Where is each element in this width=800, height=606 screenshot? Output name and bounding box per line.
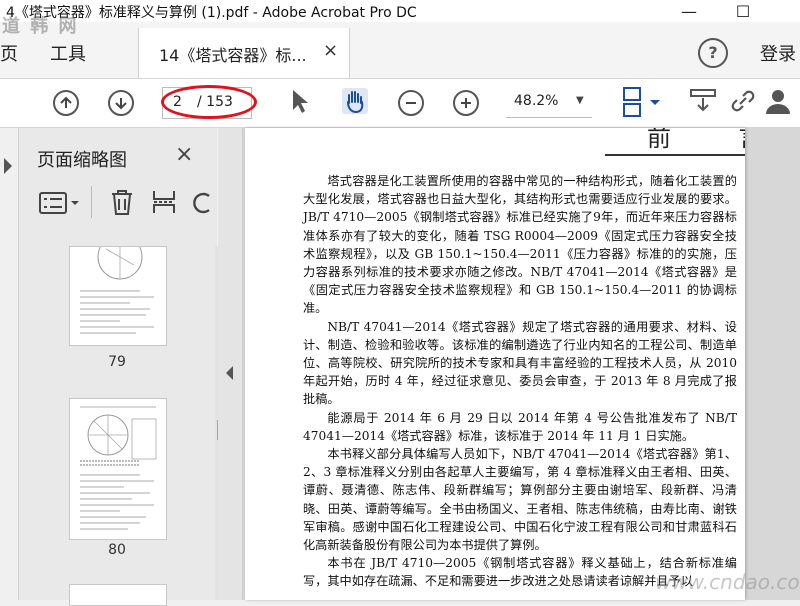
document-viewport[interactable]: 前 言 塔式容器是化工装置所使用的容器中常见的一种结构形式，随着化工装置的大型化…	[243, 128, 800, 600]
close-panel-icon[interactable]: ×	[175, 142, 193, 167]
rotate-icon[interactable]	[193, 190, 213, 216]
paragraph: 塔式容器是化工装置所使用的容器中常见的一种结构形式，随着化工装置的大型化发展，塔…	[303, 174, 737, 316]
previous-page-button[interactable]	[53, 90, 79, 116]
zoom-in-button[interactable]	[453, 90, 479, 116]
page-body: 塔式容器是化工装置所使用的容器中常见的一种结构形式，随着化工装置的大型化发展，塔…	[303, 172, 737, 591]
extract-page-icon[interactable]	[151, 188, 177, 216]
thumbnail-diagram	[80, 234, 154, 334]
page-layout-icon[interactable]	[620, 86, 662, 118]
chevron-down-icon: ▼	[576, 95, 584, 106]
link-icon[interactable]	[728, 86, 758, 116]
hand-tool-icon[interactable]	[340, 86, 370, 116]
zoom-value: 48.2%	[514, 93, 559, 109]
watermark: www.cndao.com	[655, 570, 800, 594]
zoom-out-button[interactable]	[398, 90, 424, 116]
maximize-icon: ☐	[735, 1, 751, 21]
thumbnail-label: 80	[108, 542, 126, 558]
thumbnail-page-80[interactable]	[69, 398, 167, 540]
paragraph: NB/T 47041—2014《塔式容器》规定了塔式容器的通用要求、材料、设计、…	[303, 319, 737, 407]
divider	[91, 186, 92, 218]
scan-ocr-icon[interactable]	[688, 86, 718, 116]
panel-collapse-strip[interactable]	[218, 128, 243, 600]
tab-home[interactable]: 页	[0, 40, 18, 66]
minimize-button[interactable]: —	[672, 0, 706, 22]
plus-icon	[461, 98, 471, 108]
red-highlight-ellipse	[161, 85, 257, 119]
paragraph: 本书释义部分具体编写人员如下，NB/T 47041—2014《塔式容器》第1、2…	[303, 447, 737, 553]
thumbnail-page-79[interactable]	[69, 234, 167, 346]
watermark: 道 韩 网	[2, 16, 79, 37]
share-user-icon[interactable]	[764, 88, 800, 116]
heading-rule	[605, 154, 745, 156]
thumbnail-page-81[interactable]	[69, 584, 167, 606]
paragraph: 能源局于 2014 年 6 月 29 日以 2014 年第 4 号公告批准发布了…	[303, 410, 737, 443]
side-strip	[0, 128, 19, 600]
zoom-dropdown[interactable]: 48.2% ▼	[506, 87, 592, 118]
panel-title: 页面缩略图	[37, 150, 127, 171]
login-button[interactable]: 登录	[760, 40, 796, 66]
thumbnail-label: 79	[108, 354, 126, 370]
tab-bar	[0, 22, 800, 79]
thumbnail-diagram	[80, 406, 157, 530]
collapse-arrow-icon[interactable]	[226, 366, 233, 380]
tab-document-label: 14《塔式容器》标...	[159, 46, 307, 65]
expand-arrow-icon[interactable]	[4, 158, 12, 174]
tab-tools[interactable]: 工具	[50, 40, 86, 66]
trash-icon[interactable]	[109, 188, 135, 216]
title-bar: 4《塔式容器》标准释义与算例 (1).pdf - Adobe Acrobat P…	[0, 0, 800, 23]
thumbnails-panel: 页面缩略图 × 79 80	[19, 128, 231, 606]
select-cursor-icon[interactable]	[289, 88, 311, 116]
maximize-button[interactable]: ☐	[726, 0, 760, 22]
minus-icon	[406, 102, 416, 104]
thumbnail-options-icon[interactable]	[39, 192, 81, 214]
help-icon[interactable]: ?	[698, 38, 728, 68]
minimize-icon: —	[681, 1, 697, 21]
panel-toolbar	[33, 182, 217, 222]
tab-close-icon[interactable]: ×	[323, 40, 338, 61]
arrow-up-icon	[60, 96, 72, 108]
pdf-page: 前 言 塔式容器是化工装置所使用的容器中常见的一种结构形式，随着化工装置的大型化…	[245, 128, 745, 600]
tab-document[interactable]: 14《塔式容器》标... ×	[138, 28, 350, 78]
next-page-button[interactable]	[108, 90, 134, 116]
arrow-down-icon	[115, 98, 127, 110]
page-heading: 前 言	[647, 128, 745, 152]
